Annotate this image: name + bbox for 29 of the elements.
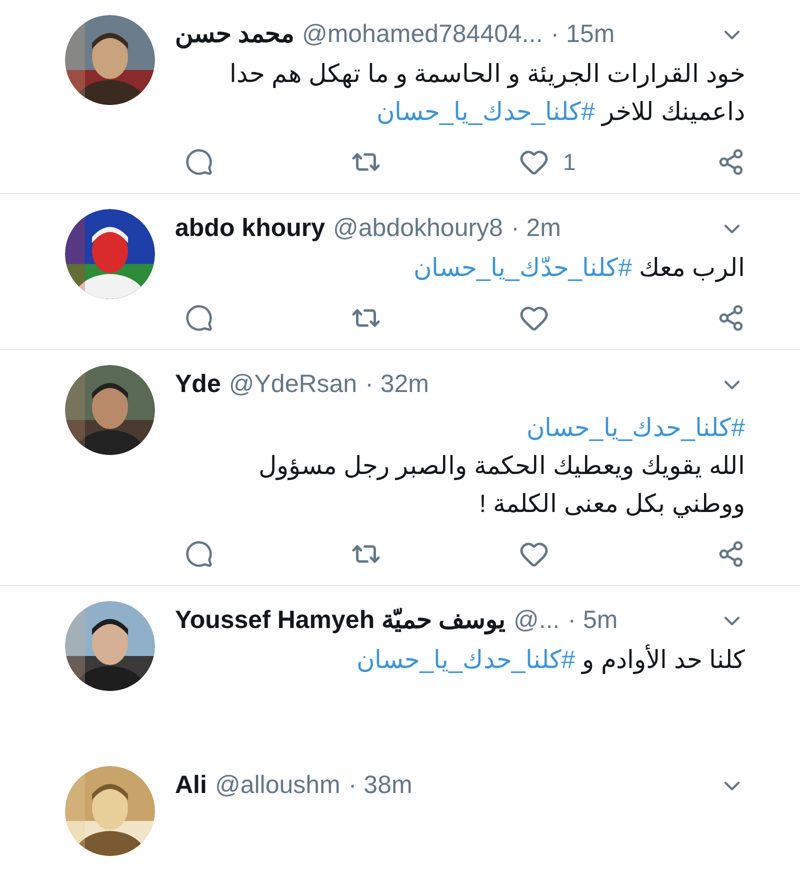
reply-icon[interactable] [185, 148, 213, 176]
reply-icon[interactable] [185, 540, 213, 568]
tweet-text: كلنا حد الأوادم و #كلنا_حدك_يا_حسان [356, 643, 745, 676]
user-name: محمد حسن [175, 19, 294, 50]
tweet-text: داعمينك للاخر #كلنا_حدك_يا_حسان [376, 97, 745, 128]
tweet-text: #كلنا_حدك_يا_حسان [526, 413, 745, 444]
timestamp: · 38m [348, 770, 412, 802]
tweet-text: الله يقويك ويعطيك الحكمة والصبر رجل مسؤول [258, 451, 745, 482]
tweet-text: ووطني بكل معنى الكلمة ! [479, 489, 745, 520]
user-name: abdo khoury [175, 213, 326, 244]
user-handle: @abdokhoury8 [333, 213, 503, 244]
user-handle: @... [514, 605, 560, 636]
share-icon[interactable] [717, 540, 745, 568]
user-handle: @YdeRsan [228, 369, 358, 400]
tweet-text: الرب معك #كلنا_حدّك_يا_حسان [413, 253, 745, 284]
timestamp: · 32m [365, 369, 429, 400]
timestamp: · 5m [568, 605, 618, 636]
tweet-text: خود القرارات الجريئة و الحاسمة و ما تهكل هم حدا [229, 59, 745, 90]
user-handle: @alloushm [214, 770, 340, 802]
user-name: Ali [175, 770, 207, 802]
user-name: Youssef Hamyeh يوسف حميّة [175, 605, 506, 636]
share-icon[interactable] [717, 304, 745, 332]
timestamp: · 15m [550, 19, 615, 50]
like-count: 1 [563, 148, 576, 177]
timestamp: · 2m [510, 213, 561, 244]
reply-icon[interactable] [185, 304, 213, 332]
share-icon[interactable] [717, 148, 745, 176]
user-handle: @mohamed784404... [302, 19, 543, 50]
user-name: Yde [175, 369, 221, 400]
